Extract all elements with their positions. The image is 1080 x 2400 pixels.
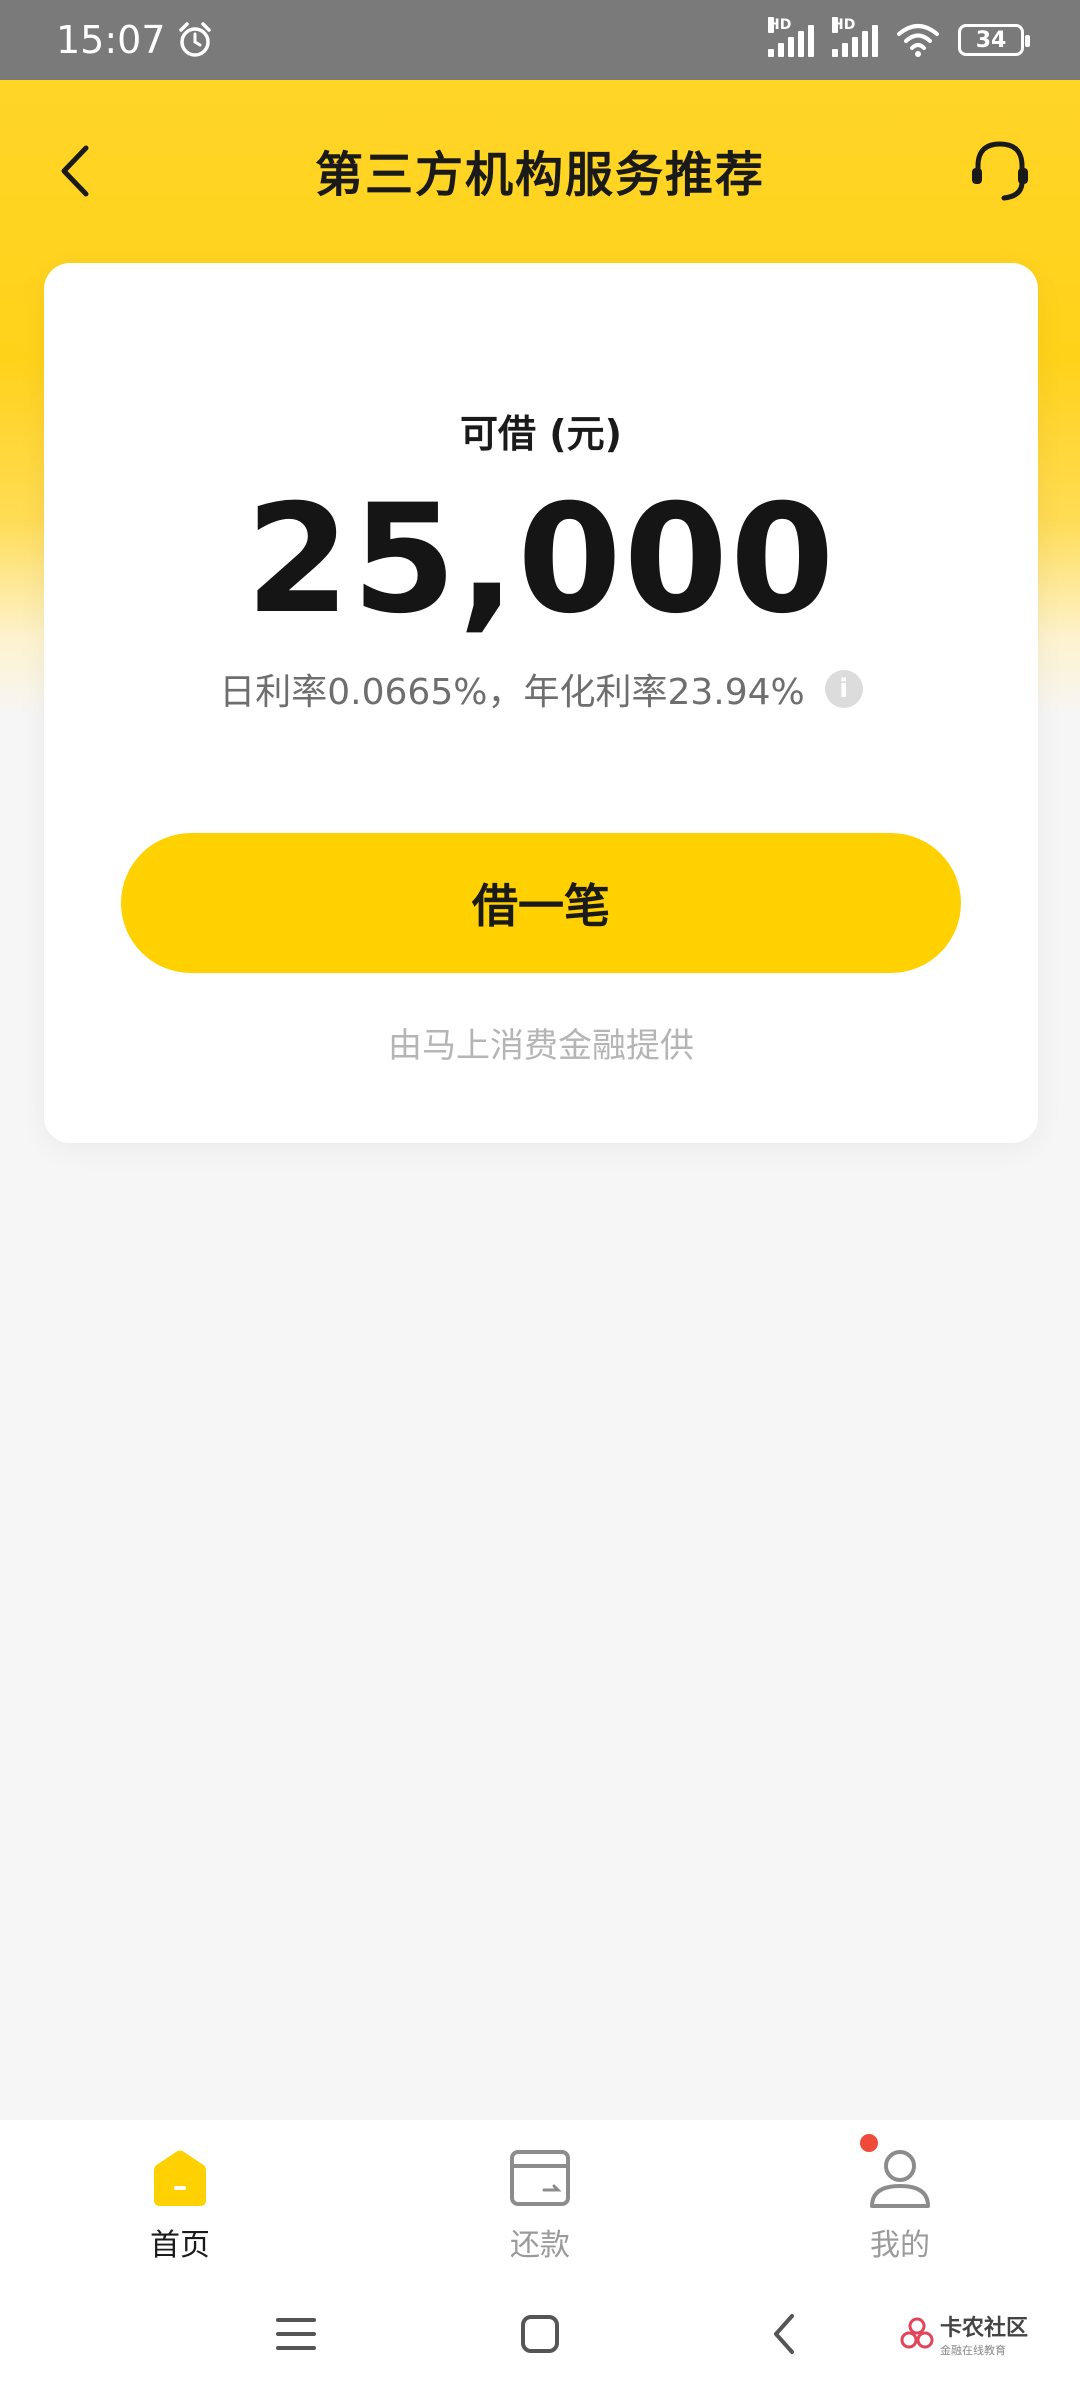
- watermark-logo-icon: [900, 2317, 934, 2349]
- wifi-icon: [897, 24, 939, 57]
- home-icon: [154, 2150, 206, 2206]
- repay-icon: [510, 2150, 570, 2206]
- signal-icon-2: HD: [832, 17, 878, 57]
- bottom-tab-bar: 首页 还款 我的: [0, 2120, 1080, 2270]
- loan-card: 可借 (元) 25,000 日利率0.0665%，年化利率23.94% i 借一…: [44, 263, 1038, 1143]
- status-left: 15:07: [56, 18, 214, 62]
- provider-text: 由马上消费金融提供: [388, 1026, 694, 1066]
- tab-profile[interactable]: 我的: [720, 2120, 1080, 2270]
- tab-label-home: 首页: [150, 2228, 210, 2263]
- system-back-icon[interactable]: [770, 2310, 798, 2358]
- interest-rate-text: 日利率0.0665%，年化利率23.94%: [219, 672, 805, 713]
- system-nav-bar: 卡农社区 金融在线教育: [0, 2270, 1080, 2400]
- tab-home[interactable]: 首页: [0, 2120, 360, 2270]
- page-title: 第三方机构服务推荐: [314, 147, 765, 203]
- alarm-icon: [178, 22, 211, 57]
- status-right: HD HD 34: [768, 17, 1030, 58]
- watermark: 卡农社区 金融在线教育: [900, 2310, 1028, 2358]
- tab-repay[interactable]: 还款: [360, 2120, 720, 2270]
- tab-label-profile: 我的: [870, 2228, 930, 2263]
- status-time: 15:07: [56, 18, 166, 62]
- notification-dot: [860, 2134, 878, 2152]
- watermark-main: 卡农社区: [940, 2316, 1029, 2341]
- tab-label-repay: 还款: [510, 2228, 570, 2263]
- home-square-icon[interactable]: [520, 2314, 560, 2354]
- battery-icon: 34: [958, 24, 1030, 56]
- battery-level: 34: [975, 27, 1007, 53]
- customer-service-icon[interactable]: [964, 136, 1036, 206]
- menu-icon[interactable]: [276, 2314, 316, 2354]
- signal-icon: HD: [768, 17, 814, 57]
- watermark-text: 卡农社区 金融在线教育: [940, 2310, 1028, 2358]
- info-icon[interactable]: i: [824, 670, 863, 708]
- available-amount-label: 可借 (元): [460, 412, 622, 456]
- watermark-sub: 金融在线教育: [940, 2344, 1006, 2357]
- interest-rate-row: 日利率0.0665%，年化利率23.94% i: [44, 663, 1038, 715]
- available-amount: 25,000: [245, 473, 837, 647]
- profile-icon: [870, 2150, 930, 2208]
- status-bar: 15:07 HD HD 34: [0, 0, 1080, 80]
- back-icon[interactable]: [50, 136, 110, 206]
- nav-bar: 第三方机构服务推荐: [0, 110, 1080, 230]
- borrow-button[interactable]: 借一笔: [121, 833, 961, 973]
